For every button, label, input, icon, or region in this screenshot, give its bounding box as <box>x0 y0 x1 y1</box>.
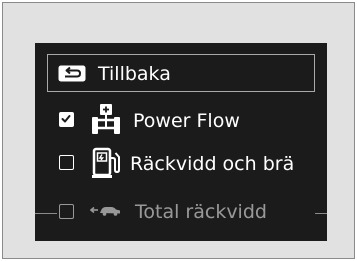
back-arrow-icon <box>58 65 86 82</box>
menu-item-power-flow[interactable]: Power Flow <box>35 101 327 139</box>
range-consumption-checkbox[interactable] <box>59 155 74 170</box>
range-consumption-label: Räckvidd och brä <box>130 153 295 175</box>
total-range-checkbox[interactable] <box>59 204 74 219</box>
power-flow-checkbox[interactable] <box>59 112 74 127</box>
total-range-label: Total räckvidd <box>135 201 267 223</box>
car-range-icon <box>90 206 120 216</box>
menu-item-total-range[interactable]: Total räckvidd <box>35 193 327 231</box>
display-screen: Tillbaka Power Flow Räckvidd och brä Tot… <box>35 43 327 241</box>
power-flow-label: Power Flow <box>133 110 240 132</box>
power-flow-icon <box>92 104 120 134</box>
menu-item-range-consumption[interactable]: Räckvidd och brä <box>35 144 327 182</box>
checkmark-icon <box>61 115 71 123</box>
back-button-label: Tillbaka <box>98 63 171 85</box>
back-button[interactable]: Tillbaka <box>47 54 315 92</box>
figure-frame: Tillbaka Power Flow Räckvidd och brä Tot… <box>2 2 355 259</box>
fuel-pump-icon <box>92 147 120 178</box>
